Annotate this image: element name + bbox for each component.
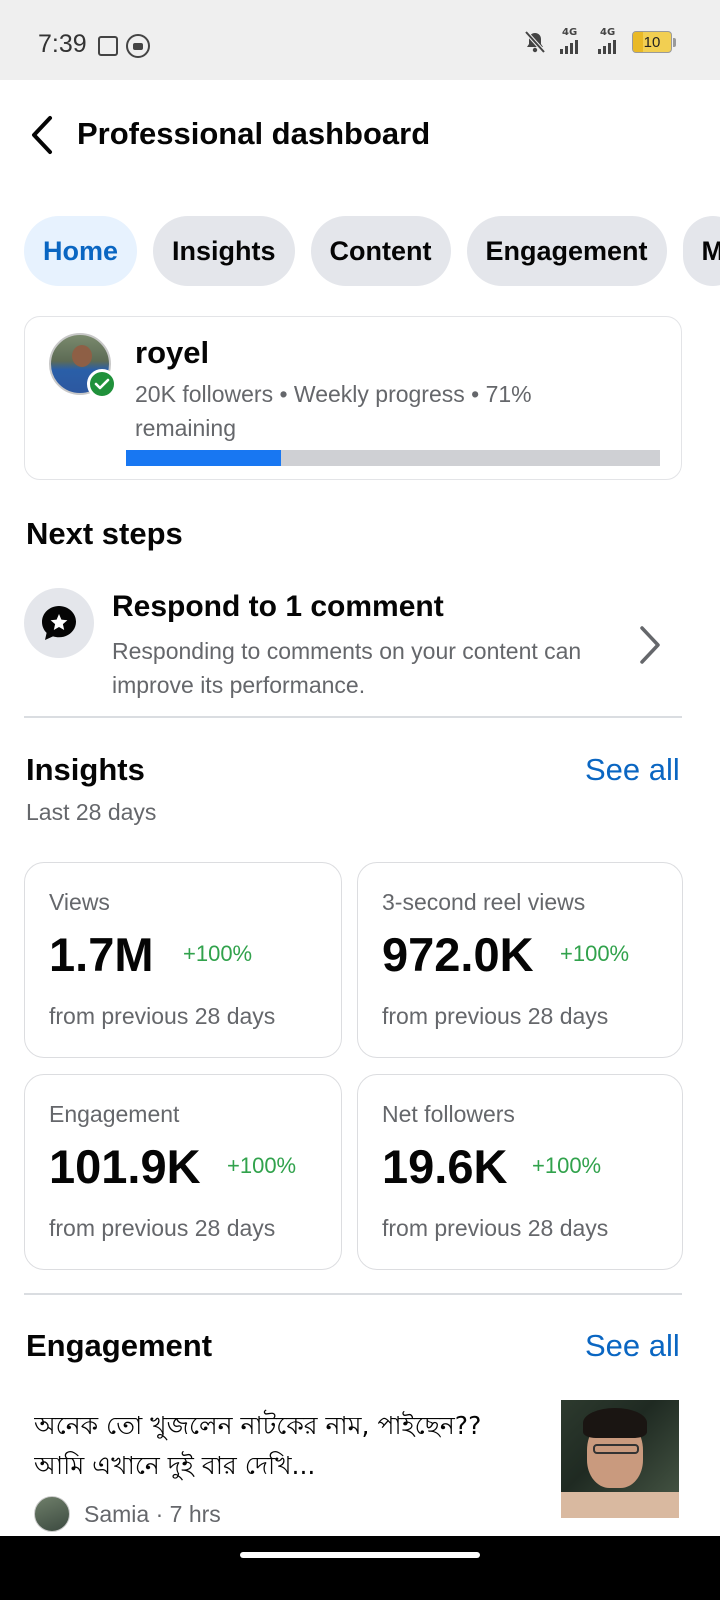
insights-see-all-link[interactable]: See all bbox=[585, 752, 680, 788]
status-bar: 7:39 4G 4G 10 bbox=[0, 0, 720, 80]
tab-home[interactable]: Home bbox=[24, 216, 138, 286]
metric-value: 972.0K bbox=[382, 928, 534, 981]
tab-engagement[interactable]: Engagement bbox=[466, 216, 667, 286]
metric-value: 101.9K bbox=[49, 1140, 201, 1193]
metric-label: Views bbox=[49, 889, 110, 915]
profile-card[interactable]: royel 20K followers • Weekly progress • … bbox=[24, 316, 682, 480]
weekly-progress-bar bbox=[126, 450, 660, 466]
comment-author-time: Samia · 7 hrs bbox=[84, 1500, 221, 1527]
metric-change: +100% bbox=[560, 941, 630, 966]
status-notification-icons bbox=[98, 34, 150, 58]
insights-period: Last 28 days bbox=[26, 799, 157, 825]
metric-label: 3-second reel views bbox=[382, 889, 586, 915]
comment-meta: Samia · 7 hrs bbox=[34, 1496, 221, 1532]
page-title: Professional dashboard bbox=[77, 116, 431, 151]
network-type-label: 4G bbox=[562, 27, 578, 38]
status-time: 7:39 bbox=[38, 30, 87, 58]
weekly-progress-fill bbox=[126, 450, 281, 466]
tab-bar: Home Insights Content Engagement M bbox=[24, 216, 720, 286]
youtube-icon bbox=[126, 34, 150, 58]
metric-card-views[interactable]: Views 1.7M +100% from previous 28 days bbox=[24, 862, 342, 1058]
metric-note: from previous 28 days bbox=[382, 1215, 609, 1241]
signal-icon: 4G bbox=[556, 27, 584, 54]
post-thumbnail[interactable] bbox=[561, 1400, 679, 1518]
back-button[interactable] bbox=[22, 110, 62, 160]
tab-content[interactable]: Content bbox=[310, 216, 451, 286]
signal-icon: 4G bbox=[594, 27, 622, 54]
metric-card-reel-views[interactable]: 3-second reel views 972.0K +100% from pr… bbox=[357, 862, 683, 1058]
chevron-right-icon bbox=[640, 626, 660, 664]
metric-note: from previous 28 days bbox=[382, 1003, 609, 1029]
divider bbox=[24, 716, 682, 718]
metric-value: 19.6K bbox=[382, 1140, 508, 1193]
metric-change: +100% bbox=[227, 1153, 297, 1178]
status-right-icons: 4G 4G 10 bbox=[524, 27, 676, 54]
divider bbox=[24, 1293, 682, 1295]
metric-value: 1.7M bbox=[49, 928, 154, 981]
metric-card-engagement[interactable]: Engagement 101.9K +100% from previous 28… bbox=[24, 1074, 342, 1270]
profile-avatar[interactable] bbox=[49, 333, 117, 399]
next-step-description: Responding to comments on your content c… bbox=[112, 638, 582, 698]
insights-heading: Insights bbox=[26, 752, 145, 787]
back-arrow-icon bbox=[32, 116, 52, 154]
profile-subtitle: 20K followers • Weekly progress • 71% re… bbox=[135, 381, 532, 441]
system-navigation-bar bbox=[0, 1536, 720, 1600]
comment-star-icon bbox=[24, 588, 94, 658]
metric-change: +100% bbox=[183, 941, 253, 966]
engagement-post-item[interactable]: অনেক তো খুজলেন নাটকের নাম, পাইছেন?? আমি … bbox=[24, 1396, 682, 1536]
engagement-see-all-link[interactable]: See all bbox=[585, 1328, 680, 1364]
verified-check-icon bbox=[87, 369, 117, 399]
comment-text: অনেক তো খুজলেন নাটকের নাম, পাইছেন?? আমি … bbox=[34, 1411, 482, 1480]
bell-muted-icon bbox=[524, 30, 546, 54]
next-step-title: Respond to 1 comment bbox=[112, 590, 444, 623]
battery-icon: 10 bbox=[632, 31, 676, 53]
battery-level: 10 bbox=[643, 33, 661, 51]
metric-card-net-followers[interactable]: Net followers 19.6K +100% from previous … bbox=[357, 1074, 683, 1270]
metric-change: +100% bbox=[532, 1153, 602, 1178]
metric-label: Net followers bbox=[382, 1101, 515, 1127]
tab-insights[interactable]: Insights bbox=[153, 216, 295, 286]
header: Professional dashboard bbox=[0, 80, 720, 190]
profile-name: royel bbox=[135, 335, 210, 370]
metric-note: from previous 28 days bbox=[49, 1215, 276, 1241]
home-gesture-handle[interactable] bbox=[240, 1552, 480, 1558]
screenshot-icon bbox=[98, 36, 118, 56]
network-type-label: 4G bbox=[600, 27, 616, 38]
next-steps-heading: Next steps bbox=[26, 516, 183, 551]
engagement-heading: Engagement bbox=[26, 1328, 213, 1363]
avatar bbox=[34, 1496, 70, 1532]
next-step-item[interactable]: Respond to 1 comment Responding to comme… bbox=[24, 586, 682, 702]
metric-note: from previous 28 days bbox=[49, 1003, 276, 1029]
tab-more[interactable]: M bbox=[682, 216, 720, 286]
metric-label: Engagement bbox=[49, 1101, 180, 1127]
